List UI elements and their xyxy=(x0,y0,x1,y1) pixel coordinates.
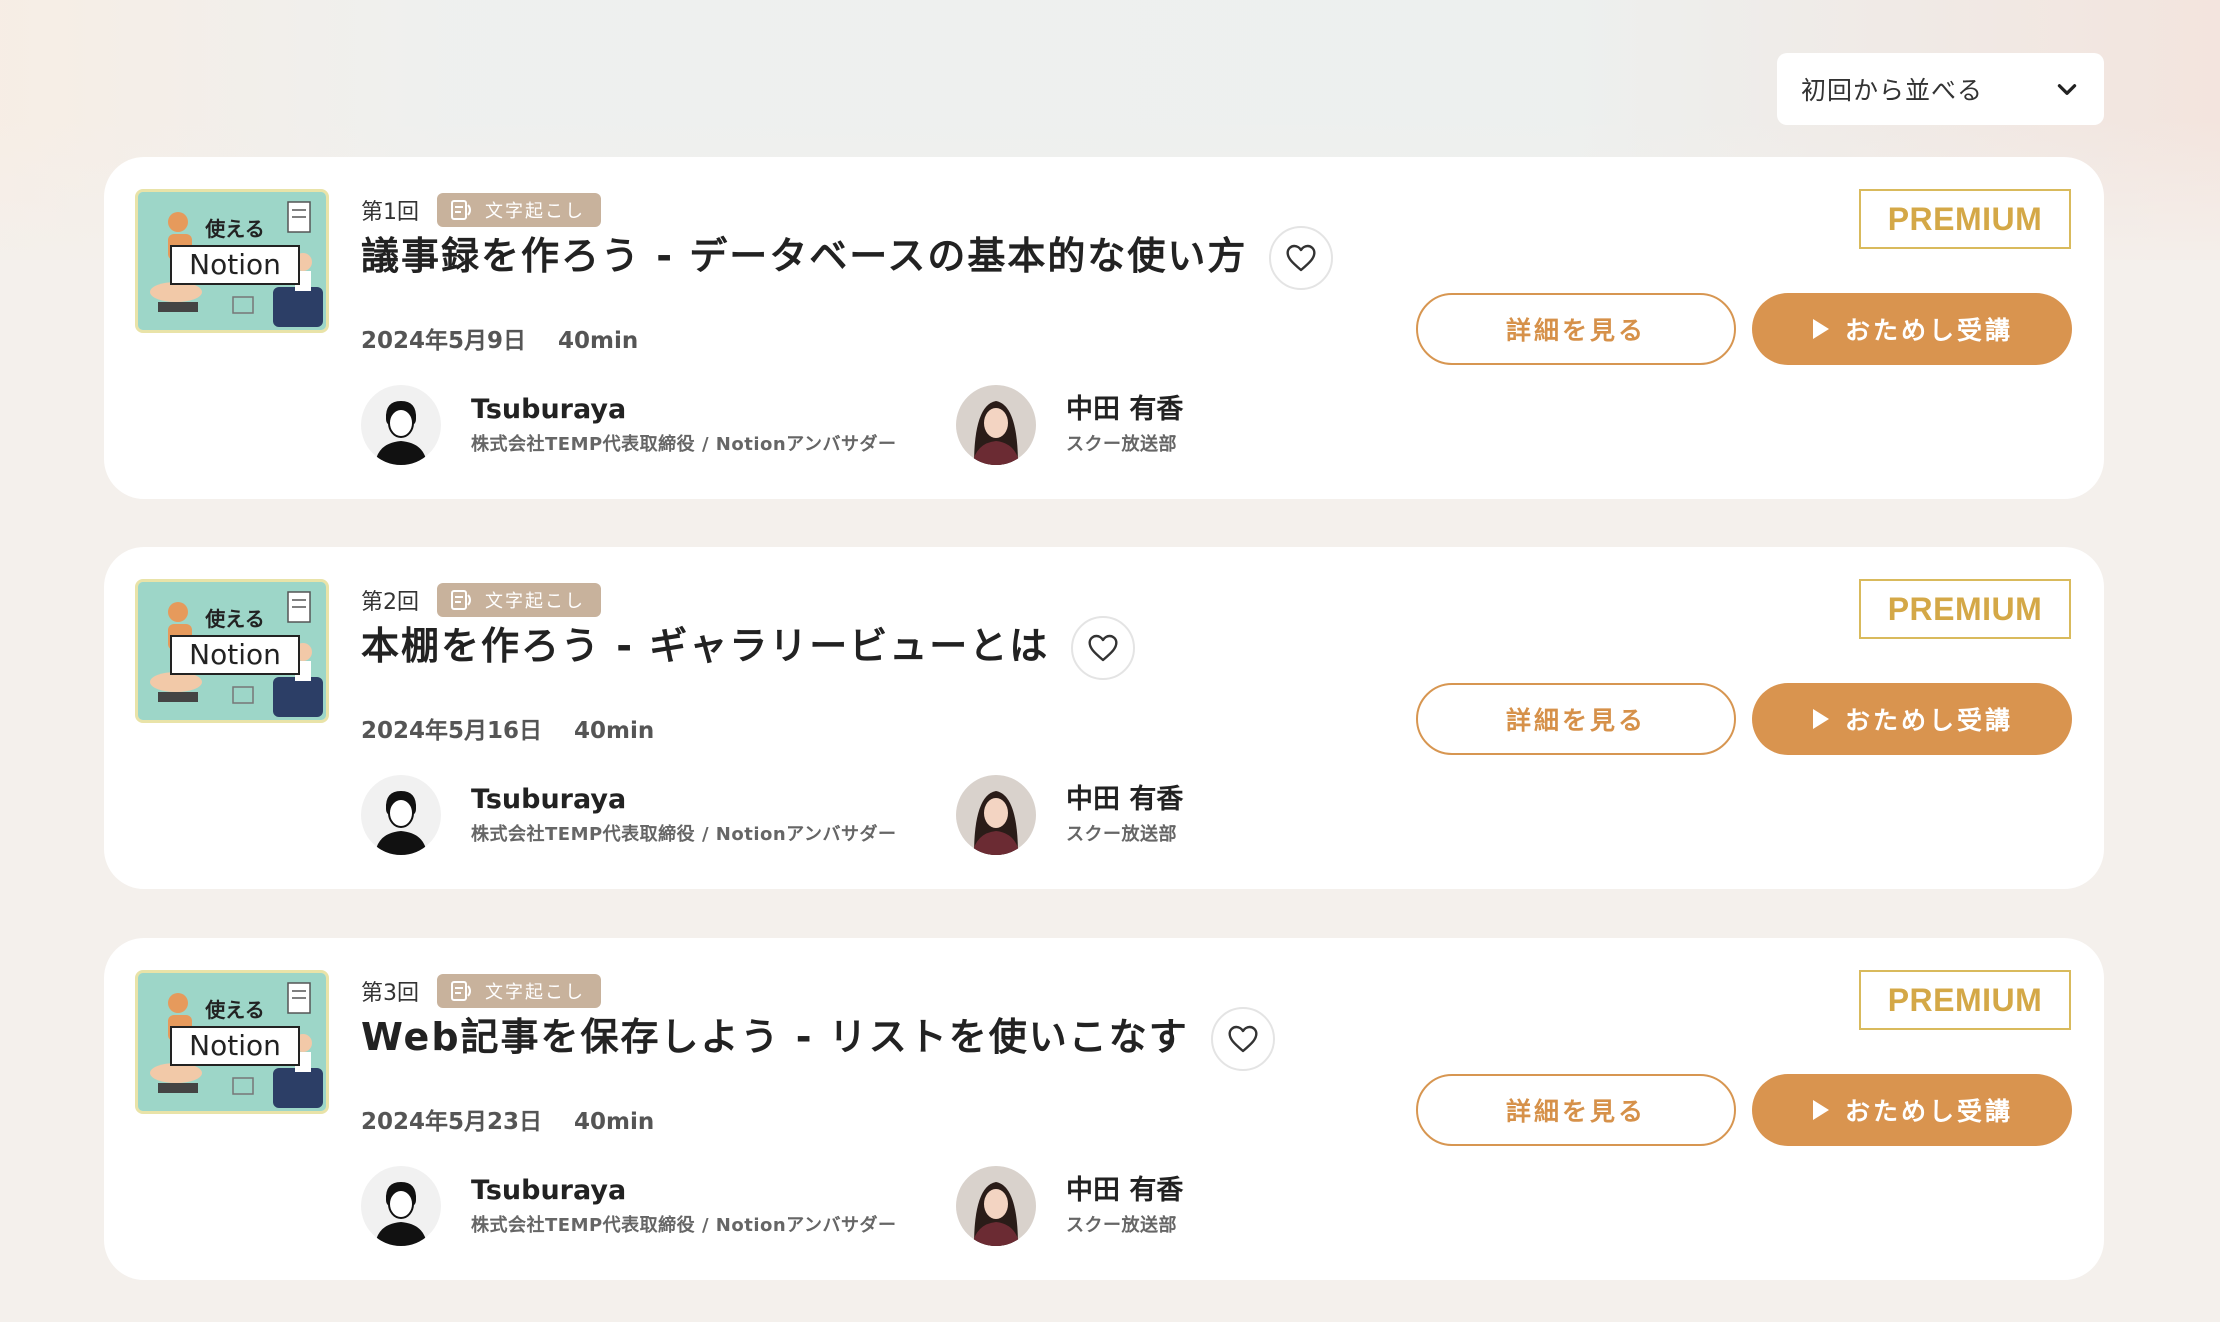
play-icon xyxy=(1812,319,1829,339)
thumbnail-caption-top: 使える xyxy=(204,998,264,1022)
host-role: スクー放送部 xyxy=(1066,824,1177,846)
favorite-button[interactable] xyxy=(1071,616,1135,680)
episode-title[interactable]: 議事録を作ろう - データベースの基本的な使い方 xyxy=(361,237,1247,275)
instructor-role: 株式会社TEMP代表取締役 / Notionアンバサダー xyxy=(471,1215,897,1237)
course-thumbnail[interactable]: 使える Notion xyxy=(135,189,329,333)
trial-button[interactable]: おためし受講 xyxy=(1752,1074,2072,1146)
episode-meta-row: 第1回 文字起こし xyxy=(361,193,601,227)
transcript-icon xyxy=(451,200,471,220)
transcript-tag-label: 文字起こし xyxy=(485,591,585,612)
favorite-button[interactable] xyxy=(1269,226,1333,290)
play-icon xyxy=(1812,709,1829,729)
sort-label: 初回から並べる xyxy=(1801,76,1984,105)
course-thumbnail[interactable]: 使える Notion xyxy=(135,579,329,723)
host: 中田 有香 スクー放送部 xyxy=(956,385,1183,465)
transcript-icon xyxy=(451,981,471,1001)
thumbnail-caption-logo: Notion xyxy=(189,1029,281,1062)
premium-badge: PREMIUM xyxy=(1859,579,2071,639)
episode-date-duration: 2024年5月9日 40min xyxy=(361,321,638,355)
episode-date: 2024年5月16日 xyxy=(361,718,543,744)
heart-icon xyxy=(1088,634,1118,662)
episode-card: 使える Notion 第3回 文字起こし Web記事を保存しよう - リストを使… xyxy=(104,938,2104,1280)
episode-date: 2024年5月9日 xyxy=(361,328,527,354)
premium-badge: PREMIUM xyxy=(1859,970,2071,1030)
episode-number: 第1回 xyxy=(361,200,419,225)
details-button[interactable]: 詳細を見る xyxy=(1416,1074,1736,1146)
host-name[interactable]: 中田 有香 xyxy=(1066,1175,1183,1207)
details-button[interactable]: 詳細を見る xyxy=(1416,293,1736,365)
episode-duration: 40min xyxy=(574,718,655,744)
instructor: Tsuburaya 株式会社TEMP代表取締役 / Notionアンバサダー xyxy=(361,775,896,855)
episode-card: 使える Notion 第2回 文字起こし 本棚を作ろう - ギャラリービューとは… xyxy=(104,547,2104,889)
transcript-tag: 文字起こし xyxy=(437,193,601,227)
episode-duration: 40min xyxy=(558,328,639,354)
instructor-name[interactable]: Tsuburaya xyxy=(471,394,896,426)
trial-button-label: おためし受講 xyxy=(1844,1097,2013,1126)
episode-title[interactable]: 本棚を作ろう - ギャラリービューとは xyxy=(361,627,1049,665)
instructor: Tsuburaya 株式会社TEMP代表取締役 / Notionアンバサダー xyxy=(361,1166,896,1246)
avatar xyxy=(956,385,1036,465)
instructor-name[interactable]: Tsuburaya xyxy=(471,1175,896,1207)
episode-date: 2024年5月23日 xyxy=(361,1109,543,1135)
host: 中田 有香 スクー放送部 xyxy=(956,775,1183,855)
instructor-name[interactable]: Tsuburaya xyxy=(471,784,896,816)
episode-meta-row: 第2回 文字起こし xyxy=(361,583,601,617)
transcript-tag-label: 文字起こし xyxy=(485,982,585,1003)
course-thumbnail[interactable]: 使える Notion xyxy=(135,970,329,1114)
transcript-tag: 文字起こし xyxy=(437,583,601,617)
host-name[interactable]: 中田 有香 xyxy=(1066,784,1183,816)
host: 中田 有香 スクー放送部 xyxy=(956,1166,1183,1246)
thumbnail-caption-logo: Notion xyxy=(189,638,281,671)
premium-badge: PREMIUM xyxy=(1859,189,2071,249)
instructor-role: 株式会社TEMP代表取締役 / Notionアンバサダー xyxy=(471,824,897,846)
avatar xyxy=(361,775,441,855)
thumbnail-caption-top: 使える xyxy=(204,607,264,631)
trial-button[interactable]: おためし受講 xyxy=(1752,683,2072,755)
instructor: Tsuburaya 株式会社TEMP代表取締役 / Notionアンバサダー xyxy=(361,385,896,465)
transcript-tag-label: 文字起こし xyxy=(485,201,585,222)
host-role: スクー放送部 xyxy=(1066,434,1177,456)
episode-date-duration: 2024年5月16日 40min xyxy=(361,711,654,745)
sort-select[interactable]: 初回から並べる xyxy=(1777,53,2104,125)
episode-card: 使える Notion 第1回 文字起こし 議事録を作ろう - データベースの基本… xyxy=(104,157,2104,499)
chevron-down-icon xyxy=(2057,84,2077,95)
instructor-role: 株式会社TEMP代表取締役 / Notionアンバサダー xyxy=(471,434,897,456)
episode-title[interactable]: Web記事を保存しよう - リストを使いこなす xyxy=(361,1018,1189,1056)
heart-icon xyxy=(1228,1025,1258,1053)
play-icon xyxy=(1812,1100,1829,1120)
episode-date-duration: 2024年5月23日 40min xyxy=(361,1102,654,1136)
host-role: スクー放送部 xyxy=(1066,1215,1177,1237)
details-button[interactable]: 詳細を見る xyxy=(1416,683,1736,755)
avatar xyxy=(956,775,1036,855)
episode-meta-row: 第3回 文字起こし xyxy=(361,974,601,1008)
avatar xyxy=(361,385,441,465)
transcript-icon xyxy=(451,590,471,610)
trial-button[interactable]: おためし受講 xyxy=(1752,293,2072,365)
heart-icon xyxy=(1286,244,1316,272)
trial-button-label: おためし受講 xyxy=(1844,706,2013,735)
thumbnail-caption-logo: Notion xyxy=(189,248,281,281)
transcript-tag: 文字起こし xyxy=(437,974,601,1008)
avatar xyxy=(361,1166,441,1246)
thumbnail-caption-top: 使える xyxy=(204,217,264,241)
trial-button-label: おためし受講 xyxy=(1844,316,2013,345)
host-name[interactable]: 中田 有香 xyxy=(1066,394,1183,426)
episode-number: 第2回 xyxy=(361,590,419,615)
avatar xyxy=(956,1166,1036,1246)
favorite-button[interactable] xyxy=(1211,1007,1275,1071)
episode-number: 第3回 xyxy=(361,981,419,1006)
episode-duration: 40min xyxy=(574,1109,655,1135)
